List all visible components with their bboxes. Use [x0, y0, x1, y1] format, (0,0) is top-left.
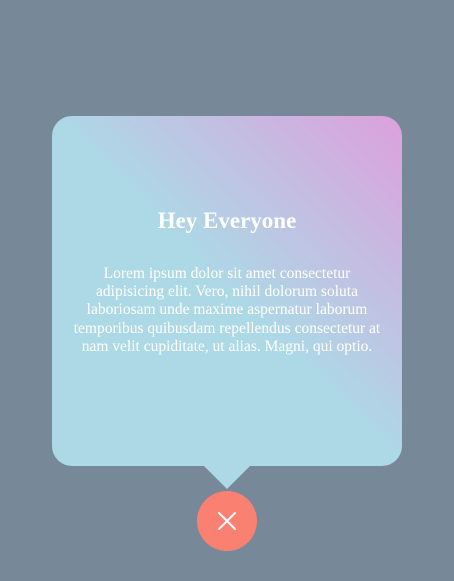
popup-pointer — [203, 465, 251, 489]
popup-card: Hey Everyone Lorem ipsum dolor sit amet … — [52, 116, 402, 466]
popup-title: Hey Everyone — [157, 208, 297, 233]
close-button[interactable] — [197, 491, 257, 551]
popup-body-text: Lorem ipsum dolor sit amet consectetur a… — [73, 265, 381, 355]
close-icon — [217, 511, 237, 531]
